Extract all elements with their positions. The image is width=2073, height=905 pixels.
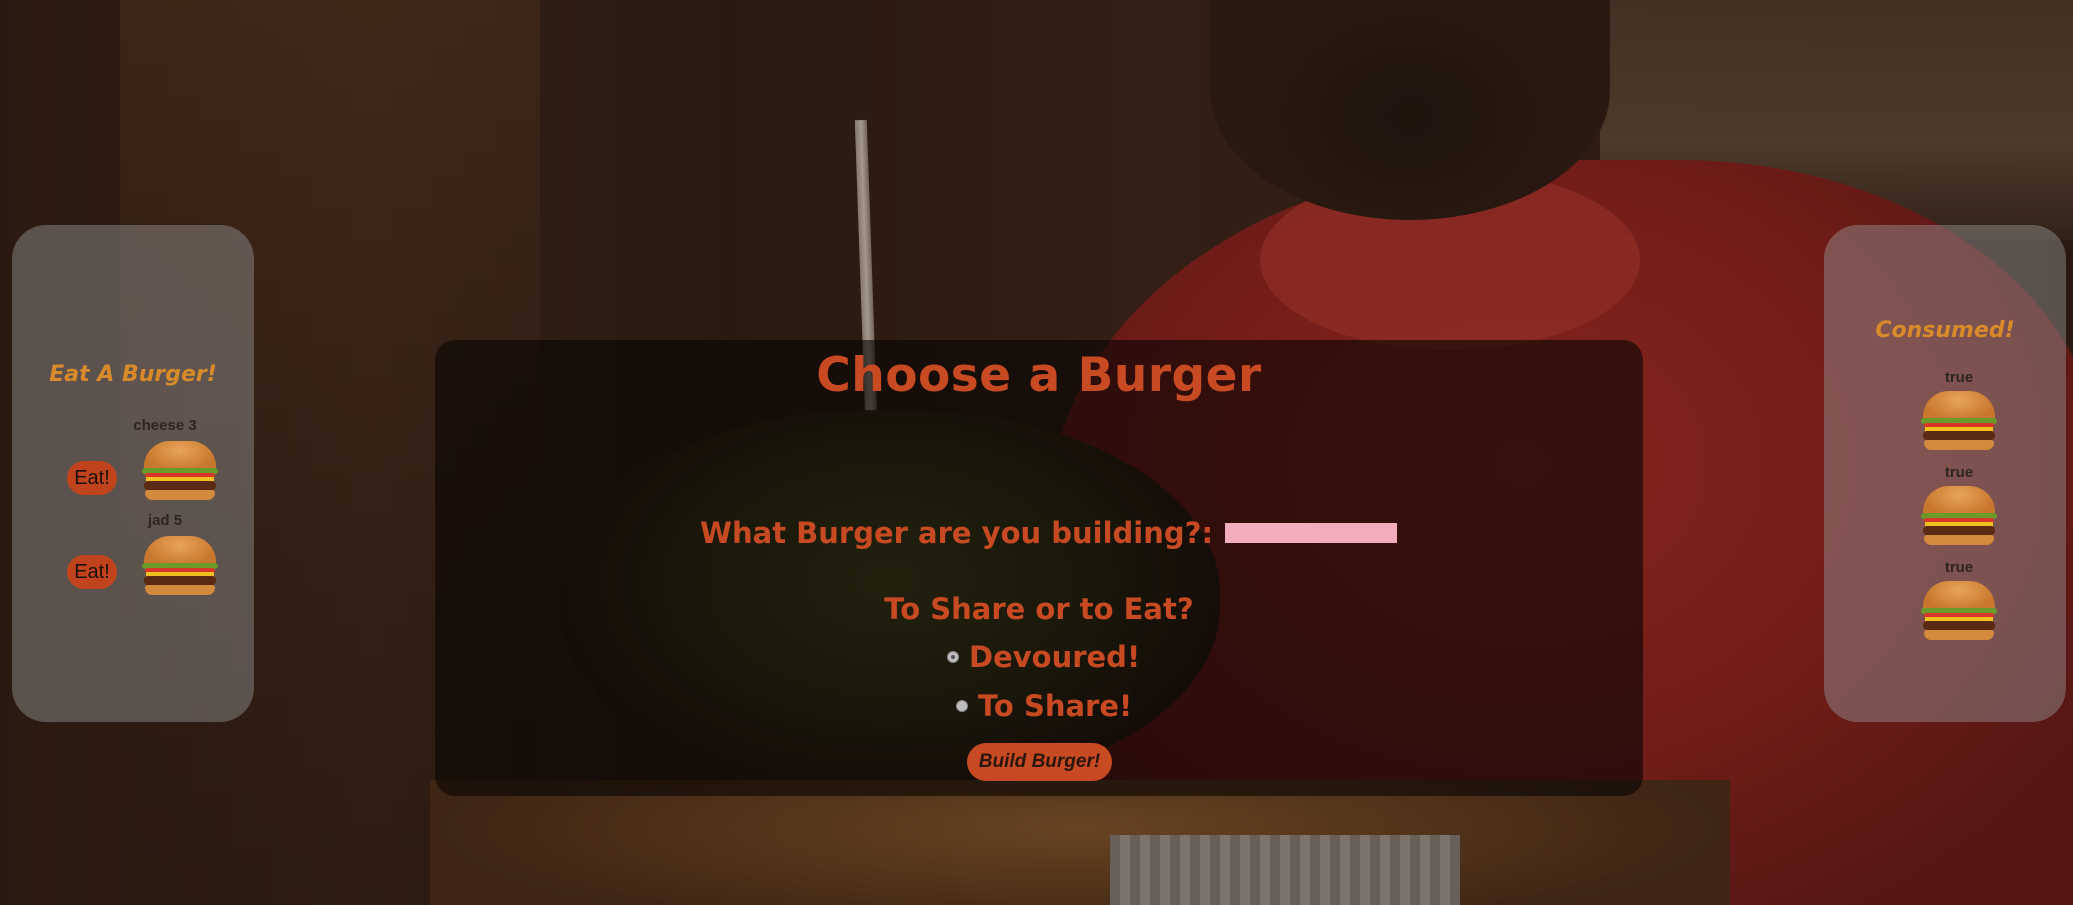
uneaten-burgers-panel: Eat A Burger! cheese 3 Eat! jad 5 Eat!: [12, 225, 254, 722]
consumed-burgers-panel: Consumed! true true true: [1824, 225, 2066, 722]
devoured-status: true: [1944, 464, 1974, 481]
burger-name-input[interactable]: [1225, 523, 1398, 543]
consumed-panel-title: Consumed!: [1875, 318, 2015, 343]
devoured-status: true: [1944, 559, 1974, 576]
eat-button[interactable]: Eat!: [67, 555, 117, 589]
share-or-eat-heading: To Share or to Eat?: [884, 592, 1194, 626]
burger-name-row: What Burger are you building?:: [700, 516, 1398, 550]
eat-button[interactable]: Eat!: [67, 461, 117, 495]
to-share-option[interactable]: To Share!: [956, 689, 1132, 723]
to-share-option-label: To Share!: [978, 689, 1133, 723]
burger-form-card: Choose a Burger What Burger are you buil…: [435, 340, 1643, 796]
burger-icon: [1921, 581, 1997, 641]
devoured-option[interactable]: Devoured!: [947, 640, 1140, 674]
burger-name: cheese 3: [133, 417, 197, 434]
devoured-option-label: Devoured!: [969, 640, 1141, 674]
page-title: Choose a Burger: [816, 348, 1262, 403]
build-burger-button[interactable]: Build Burger!: [967, 743, 1112, 781]
radio-icon[interactable]: [956, 700, 968, 712]
burger-icon: [1921, 391, 1997, 451]
burger-name: jad 5: [147, 512, 183, 529]
burger-name-label: What Burger are you building?:: [700, 516, 1214, 550]
uneaten-panel-title: Eat A Burger!: [49, 362, 217, 387]
burger-icon: [1921, 486, 1997, 546]
burger-icon: [142, 441, 218, 501]
devoured-status: true: [1944, 369, 1974, 386]
radio-icon[interactable]: [947, 651, 959, 663]
burger-icon: [142, 536, 218, 596]
